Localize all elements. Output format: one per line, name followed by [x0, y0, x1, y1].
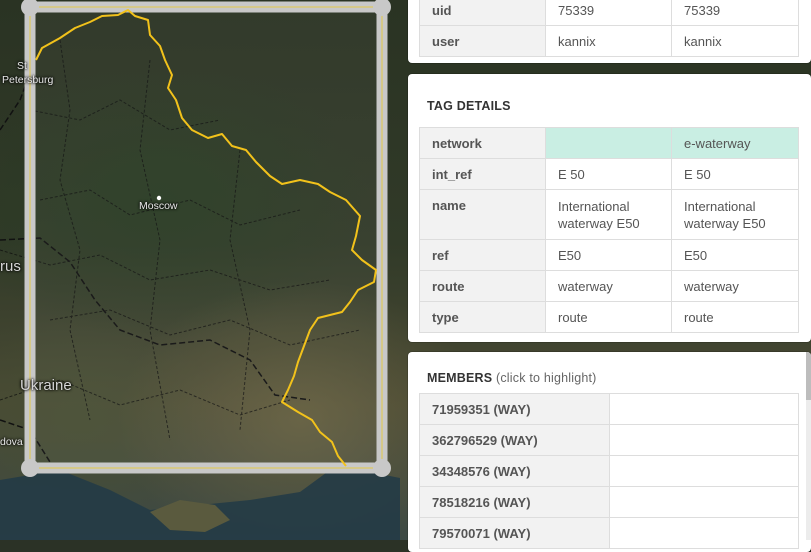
- members-panel: MEMBERS (click to highlight) 71959351 (W…: [408, 352, 811, 552]
- row-old-value: International waterway E50: [545, 189, 672, 240]
- list-item[interactable]: 362796529 (WAY): [419, 424, 799, 456]
- list-item[interactable]: 71959351 (WAY): [419, 393, 799, 425]
- row-old-value: 75339: [545, 0, 672, 26]
- member-value: [609, 455, 799, 487]
- list-item[interactable]: 78518216 (WAY): [419, 486, 799, 518]
- tag-details-title: TAG DETAILS: [427, 99, 511, 113]
- members-heading: MEMBERS: [427, 371, 493, 385]
- members-scrollbar[interactable]: [806, 352, 811, 540]
- row-old-value: [545, 127, 672, 159]
- table-row: type route route: [419, 301, 799, 333]
- members-note: (click to highlight): [495, 371, 597, 385]
- member-value: [609, 486, 799, 518]
- table-row: int_ref E 50 E 50: [419, 158, 799, 190]
- member-value: [609, 517, 799, 549]
- member-label[interactable]: 79570071 (WAY): [419, 517, 610, 549]
- label-st-petersburg-line1: St: [17, 60, 27, 72]
- row-new-value: E50: [671, 239, 799, 271]
- row-new-value: 75339: [671, 0, 799, 26]
- row-new-value: International waterway E50: [671, 189, 799, 240]
- row-new-value: route: [671, 301, 799, 333]
- row-old-value: E 50: [545, 158, 672, 190]
- row-old-value: E50: [545, 239, 672, 271]
- bbox-rectangle: [24, 1, 388, 474]
- members-table: 71959351 (WAY) 362796529 (WAY) 34348576 …: [419, 393, 799, 549]
- changeset-meta-panel: uid 75339 75339 user kannix kannix: [408, 0, 811, 63]
- row-key: ref: [419, 239, 546, 271]
- members-scroll-thumb[interactable]: [806, 352, 811, 400]
- member-value: [609, 424, 799, 456]
- row-key: name: [419, 189, 546, 240]
- table-row: route waterway waterway: [419, 270, 799, 302]
- label-moscow: Moscow: [139, 200, 178, 212]
- table-row: uid 75339 75339: [419, 0, 799, 26]
- row-new-value: E 50: [671, 158, 799, 190]
- members-title: MEMBERS (click to highlight): [427, 371, 597, 385]
- label-st-petersburg: Petersburg: [2, 74, 54, 86]
- member-label[interactable]: 362796529 (WAY): [419, 424, 610, 456]
- label-ukraine: Ukraine: [20, 377, 72, 394]
- table-row: user kannix kannix: [419, 25, 799, 57]
- table-row: name International waterway E50 Internat…: [419, 189, 799, 240]
- row-new-value: kannix: [671, 25, 799, 57]
- tag-details-table: network e-waterway int_ref E 50 E 50 nam…: [419, 127, 799, 333]
- row-key: type: [419, 301, 546, 333]
- row-old-value: kannix: [545, 25, 672, 57]
- row-old-value: waterway: [545, 270, 672, 302]
- row-key: user: [419, 25, 546, 57]
- tag-details-panel: TAG DETAILS network e-waterway int_ref E…: [408, 74, 811, 342]
- meta-table: uid 75339 75339 user kannix kannix: [419, 0, 799, 57]
- row-key: network: [419, 127, 546, 159]
- label-moldova: dova: [0, 436, 23, 448]
- row-key: route: [419, 270, 546, 302]
- table-row: ref E50 E50: [419, 239, 799, 271]
- row-new-value: waterway: [671, 270, 799, 302]
- row-new-value: e-waterway: [671, 127, 799, 159]
- member-label[interactable]: 34348576 (WAY): [419, 455, 610, 487]
- list-item[interactable]: 79570071 (WAY): [419, 517, 799, 549]
- member-label[interactable]: 71959351 (WAY): [419, 393, 610, 425]
- row-key: int_ref: [419, 158, 546, 190]
- list-item[interactable]: 34348576 (WAY): [419, 455, 799, 487]
- label-belarus: rus: [0, 258, 21, 275]
- member-value: [609, 393, 799, 425]
- table-row: network e-waterway: [419, 127, 799, 159]
- row-old-value: route: [545, 301, 672, 333]
- member-label[interactable]: 78518216 (WAY): [419, 486, 610, 518]
- row-key: uid: [419, 0, 546, 26]
